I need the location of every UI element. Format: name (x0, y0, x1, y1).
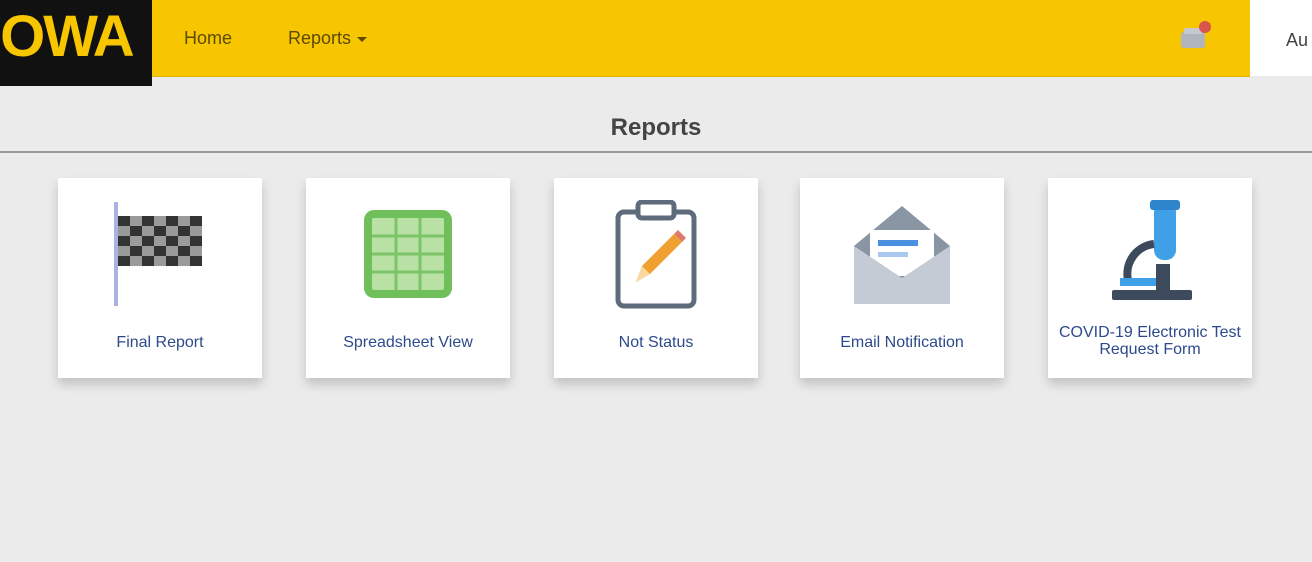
tile-covid-test-request-form[interactable]: COVID-19 Electronic Test Request Form (1048, 178, 1252, 378)
nav-home-link[interactable]: Home (184, 28, 232, 49)
top-navbar: Home Reports (0, 0, 1250, 77)
user-menu[interactable]: Au (1286, 30, 1308, 51)
tile-spreadsheet-view[interactable]: Spreadsheet View (306, 178, 510, 378)
nav-reports-label: Reports (288, 28, 352, 48)
tile-email-notification[interactable]: Email Notification (800, 178, 1004, 378)
envelope-icon (854, 206, 950, 304)
spreadsheet-icon (364, 210, 452, 298)
tile-label: Email Notification (840, 334, 964, 351)
page-title: Reports (610, 114, 702, 141)
tile-label: Not Status (618, 334, 694, 351)
notification-button[interactable] (1178, 18, 1214, 54)
university-logo[interactable]: IOWA (0, 0, 152, 86)
notification-icon (1181, 21, 1211, 48)
tile-not-status[interactable]: Not Status (554, 178, 758, 378)
logo-text: IOWA (0, 4, 135, 69)
checkered-flag-icon (114, 202, 202, 306)
title-divider (0, 151, 1312, 153)
caret-down-icon (357, 36, 368, 42)
tile-label: Final Report (116, 334, 204, 351)
clipboard-pencil-icon (615, 200, 697, 309)
tile-label: Spreadsheet View (343, 334, 473, 351)
microscope-icon (1112, 200, 1192, 300)
tile-final-report[interactable]: Final Report (58, 178, 262, 378)
nav-reports-dropdown[interactable]: Reports (288, 28, 368, 49)
tile-label: COVID-19 Electronic Test Request Form (1059, 324, 1241, 358)
